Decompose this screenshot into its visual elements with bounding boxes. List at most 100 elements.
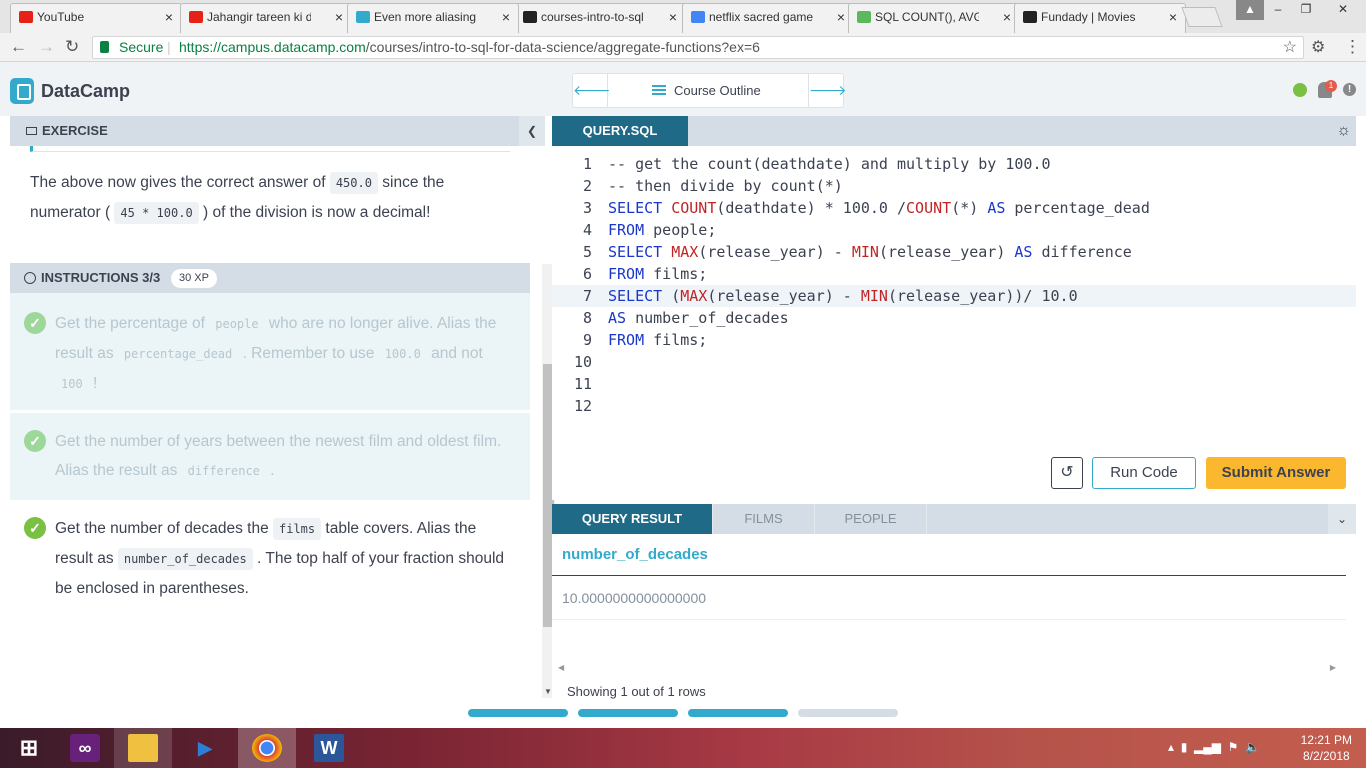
next-exercise-arrow-icon[interactable]: 🡒: [808, 74, 847, 107]
divider: [552, 619, 1346, 620]
run-code-button[interactable]: Run Code: [1092, 457, 1196, 489]
code-line[interactable]: 6 FROM films;: [552, 263, 1356, 285]
google-icon: [691, 11, 705, 23]
windows-start-icon[interactable]: ⊞: [0, 728, 58, 768]
close-tab-icon[interactable]: ×: [165, 4, 173, 30]
close-tab-icon[interactable]: ×: [1003, 4, 1011, 30]
close-tab-icon[interactable]: ×: [335, 4, 343, 30]
submit-answer-button[interactable]: Submit Answer: [1206, 457, 1346, 489]
browser-tab-fundady[interactable]: Fundady | Movies ×: [1014, 3, 1186, 33]
tab-query-sql[interactable]: QUERY.SQL: [552, 116, 688, 146]
inline-code: films: [273, 518, 322, 540]
tab-films[interactable]: FILMS: [713, 504, 815, 534]
text: ) of the division is now a decimal!: [198, 204, 431, 221]
code-line[interactable]: 7 SELECT (MAX(release_year) - MIN(release…: [552, 285, 1356, 307]
close-tab-icon[interactable]: ×: [837, 4, 845, 30]
browser-tab-google[interactable]: netflix sacred games ×: [682, 3, 854, 33]
word-icon[interactable]: W: [300, 728, 358, 768]
instruction-step-3[interactable]: ✓ Get the number of decades the films ta…: [10, 500, 530, 698]
inline-code: 100.0: [384, 347, 421, 361]
progress-segment[interactable]: [578, 709, 678, 717]
tab-people[interactable]: PEOPLE: [815, 504, 927, 534]
code-editor[interactable]: 1 -- get the count(deathdate) and multipl…: [552, 153, 1356, 417]
inline-code: 100: [61, 377, 83, 391]
help-icon[interactable]: !: [1343, 83, 1356, 96]
text: The above now gives the correct answer o…: [30, 174, 330, 191]
file-explorer-icon[interactable]: [114, 728, 172, 768]
code-line[interactable]: 4 FROM people;: [552, 219, 1356, 241]
progress-segment[interactable]: [468, 709, 568, 717]
browser-tab-jahangir[interactable]: Jahangir tareen ki di ×: [180, 3, 352, 33]
url-input[interactable]: Secure | https://campus.datacamp.com/cou…: [92, 36, 1304, 59]
progress-segment[interactable]: [798, 709, 898, 717]
close-window-icon[interactable]: ✕: [1320, 0, 1366, 20]
datacamp-logo-icon[interactable]: [10, 78, 34, 104]
code-text: SELECT MAX(release_year) - MIN(release_y…: [608, 243, 1132, 261]
reset-code-button[interactable]: ↺: [1051, 457, 1083, 489]
result-row-count: Showing 1 out of 1 rows: [567, 684, 706, 699]
code-line[interactable]: 8 AS number_of_decades: [552, 307, 1356, 329]
extension-gear-icon[interactable]: ⚙: [1311, 37, 1325, 57]
clock-time: 12:21 PM: [1300, 733, 1352, 747]
folder-icon: [128, 734, 158, 762]
line-number: 6: [582, 265, 592, 283]
tab-query-result[interactable]: QUERY RESULT: [552, 504, 713, 534]
browser-menu-icon[interactable]: ⋮: [1344, 37, 1361, 57]
code-line[interactable]: 12: [552, 395, 1356, 417]
minimize-icon[interactable]: –: [1264, 0, 1292, 20]
close-tab-icon[interactable]: ×: [502, 4, 510, 30]
code-line[interactable]: 11: [552, 373, 1356, 395]
browser-tab-github[interactable]: courses-intro-to-sql ×: [514, 3, 686, 33]
scroll-right-arrow-icon[interactable]: ▶: [1330, 663, 1336, 672]
lock-icon: [100, 41, 109, 53]
progress-segment[interactable]: [688, 709, 788, 717]
browser-tab-sql-count[interactable]: SQL COUNT(), AVG(×: [848, 3, 1020, 33]
result-horizontal-scrollbar[interactable]: ◀ ▶: [552, 663, 1336, 675]
exercise-progress: [468, 709, 908, 717]
editor-settings-icon[interactable]: ☼: [1336, 122, 1351, 140]
maximize-icon[interactable]: ❐: [1292, 0, 1320, 20]
w3schools-icon: [857, 11, 871, 23]
browser-tab-datacamp[interactable]: Even more aliasing | ×: [347, 3, 519, 33]
code-line[interactable]: 2 -- then divide by count(*): [552, 175, 1356, 197]
close-tab-icon[interactable]: ×: [669, 4, 677, 30]
profile-icon[interactable]: ▲: [1236, 0, 1264, 20]
code-line[interactable]: 1 -- get the count(deathdate) and multipl…: [552, 153, 1356, 175]
code-text: -- then divide by count(*): [608, 177, 843, 195]
back-icon[interactable]: ←: [10, 37, 27, 57]
visual-studio-icon[interactable]: ∞: [56, 728, 114, 768]
forward-icon[interactable]: →: [38, 37, 55, 57]
text: .: [265, 462, 275, 479]
vs-code-icon[interactable]: ▶: [176, 728, 234, 768]
reload-icon[interactable]: ↻: [65, 37, 79, 57]
bookmark-star-icon[interactable]: ☆: [1283, 37, 1297, 58]
clock-date: 8/2/2018: [1302, 749, 1350, 763]
exercise-pane: EXERCISE ❮ The above now gives the corre…: [10, 116, 555, 698]
previous-exercise-arrow-icon[interactable]: 🡐: [573, 74, 611, 107]
system-tray[interactable]: ▴ ▮ ▂▄▆ ⚑ 🔈: [1168, 740, 1260, 754]
editor-tab-bar: QUERY.SQL ☼: [552, 116, 1356, 146]
line-number: 11: [573, 375, 592, 393]
course-outline-button[interactable]: Course Outline: [652, 83, 761, 98]
browser-tab-youtube[interactable]: YouTube ×: [10, 3, 182, 33]
collapse-results-chevron-icon[interactable]: ⌄: [1328, 504, 1356, 534]
close-tab-icon[interactable]: ×: [1169, 4, 1177, 30]
checkmark-icon: ✓: [24, 430, 46, 452]
scroll-left-arrow-icon[interactable]: ◀: [558, 663, 564, 672]
code-line[interactable]: 9 FROM films;: [552, 329, 1356, 351]
app-header: DataCamp 🡐 Course Outline 🡒 1 !: [0, 62, 1366, 116]
new-tab-button[interactable]: [1181, 7, 1223, 27]
instruction-step-1[interactable]: ✓ Get the percentage of people who are n…: [10, 293, 530, 410]
code-line[interactable]: 3 SELECT COUNT(deathdate) * 100.0 /COUNT(…: [552, 197, 1356, 219]
instruction-step-2[interactable]: ✓ Get the number of years between the ne…: [10, 413, 530, 500]
scroll-down-arrow-icon[interactable]: ▼: [544, 687, 552, 696]
status-dot-icon: [1293, 83, 1307, 97]
brand-name[interactable]: DataCamp: [41, 81, 130, 102]
collapse-left-chevron-icon[interactable]: ❮: [519, 116, 545, 146]
code-text: SELECT (MAX(release_year) - MIN(release_…: [608, 287, 1078, 305]
chrome-icon[interactable]: [238, 728, 296, 768]
taskbar-clock[interactable]: 12:21 PM 8/2/2018: [1301, 732, 1352, 764]
exercise-paragraph: The above now gives the correct answer o…: [30, 168, 510, 228]
code-line[interactable]: 5 SELECT MAX(release_year) - MIN(release_…: [552, 241, 1356, 263]
code-line[interactable]: 10: [552, 351, 1356, 373]
